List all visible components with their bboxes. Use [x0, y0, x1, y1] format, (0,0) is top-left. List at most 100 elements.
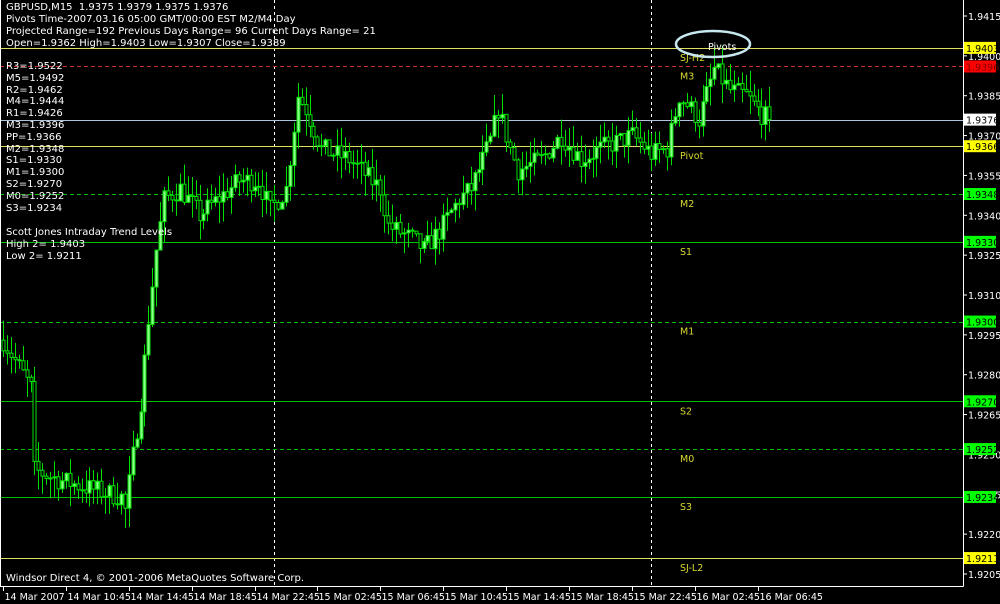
y-tick-label: 1.9325 — [968, 251, 1000, 262]
candle-body — [551, 147, 556, 159]
candle-body — [390, 222, 395, 230]
candle-body — [80, 489, 85, 492]
candle-body — [602, 136, 607, 143]
trend-low: Low 2= 1.9211 — [6, 251, 82, 262]
copyright: Windsor Direct 4, © 2001-2006 MetaQuotes… — [6, 573, 305, 584]
candle-body — [598, 141, 603, 148]
candle-body — [25, 369, 30, 378]
candle-body — [347, 151, 352, 164]
pivot-value: R2=1.9462 — [6, 84, 63, 96]
candle-body — [296, 96, 301, 133]
trend-high: High 2= 1.9403 — [6, 239, 86, 250]
candle-body — [547, 153, 552, 159]
candle-body — [559, 136, 564, 147]
candle-body — [716, 63, 721, 68]
candle-body — [119, 493, 124, 506]
level-price-label: 1.9211 — [966, 554, 999, 565]
candle-body — [17, 359, 22, 362]
candle-body — [9, 352, 14, 358]
candle-body — [492, 114, 497, 137]
candle-body — [583, 162, 588, 167]
chart-window[interactable]: SJ-H2 M3 Pivot M2 S1 M1 S2 M0 S3 SJ-L2 Pivots 1.941… — [0, 0, 1000, 604]
level-label: S2 — [680, 406, 692, 417]
level-label: M2 — [680, 199, 694, 210]
candle-body — [759, 106, 764, 125]
candle-body — [174, 199, 179, 202]
candle-body — [767, 106, 772, 121]
candle-body — [264, 190, 269, 201]
candle-body — [484, 141, 489, 153]
x-tick-label: 15 Mar 14:45 — [508, 592, 571, 603]
price-chart[interactable]: SJ-H2M3PivotM2S1M1S2M0S3SJ-L2Pivots1.941… — [0, 0, 1000, 604]
candle-body — [622, 133, 627, 146]
candle-body — [111, 485, 116, 505]
candle-body — [634, 127, 639, 139]
y-tick-label: 1.9340 — [968, 211, 1000, 222]
candle-body — [449, 209, 454, 214]
candle-body — [728, 79, 733, 91]
candle-body — [21, 360, 26, 371]
candle-body — [182, 183, 187, 203]
candle-body — [40, 469, 45, 477]
candle-body — [535, 152, 540, 156]
pivot-value: S3=1.9234 — [6, 202, 63, 214]
candle-body — [268, 190, 273, 201]
y-tick-label: 1.9355 — [968, 171, 1000, 182]
candle-body — [528, 161, 533, 167]
candle-body — [610, 140, 615, 152]
pivot-value: M3=1.9396 — [6, 119, 65, 131]
pivot-value: R1=1.9426 — [6, 108, 63, 120]
candle-body — [319, 145, 324, 148]
candle-body — [217, 196, 222, 203]
candle-body — [685, 102, 690, 108]
candle-body — [150, 286, 155, 325]
candle-body — [512, 147, 517, 161]
candle-body — [398, 221, 403, 235]
candle-body — [107, 485, 112, 497]
candle-body — [44, 475, 49, 479]
candle-body — [95, 480, 100, 490]
candle-body — [139, 411, 144, 440]
candle-body — [99, 480, 104, 498]
level-price-label: 1.9252 — [966, 445, 999, 456]
candle-body — [563, 145, 568, 151]
y-tick-label: 1.9295 — [968, 331, 1000, 342]
x-tick-label: 15 Mar 10:45 — [445, 592, 508, 603]
candle-body — [626, 130, 631, 146]
candle-body — [359, 161, 364, 164]
candle-body — [488, 135, 493, 143]
candle-body — [752, 95, 757, 102]
candle-body — [649, 145, 654, 160]
candle-body — [241, 179, 246, 183]
candle-body — [87, 480, 92, 494]
x-tick-label: 15 Mar 06:45 — [382, 592, 445, 603]
pivot-values-list: R3=1.9522 M5=1.9492 R2=1.9462 M4=1.9444 R1=1… — [6, 61, 64, 214]
candle-body — [315, 136, 320, 147]
candle-body — [5, 350, 10, 354]
candle-body — [186, 194, 191, 203]
candle-body — [653, 143, 658, 160]
candle-body — [1, 339, 6, 352]
candle-body — [429, 235, 434, 250]
candle-body — [142, 354, 147, 413]
candle-body — [594, 146, 599, 159]
candle-body — [221, 191, 226, 203]
candle-body — [194, 196, 199, 201]
ohlc-values: Open=1.9362 High=1.9403 Low=1.9307 Close… — [6, 38, 286, 49]
candle-body — [327, 139, 332, 157]
candle-body — [48, 477, 53, 480]
candle-body — [693, 101, 698, 123]
candle-body — [213, 196, 218, 203]
level-price-label: 1.9403 — [966, 44, 999, 55]
candle-body — [473, 172, 478, 192]
pivots-time: Pivots Time-2007.03.16 05:00 GMT/00:00 E… — [6, 14, 296, 25]
candle-body — [539, 154, 544, 157]
candle-body — [740, 82, 745, 90]
candle-body — [374, 179, 379, 186]
candle-body — [441, 214, 446, 240]
candle-body — [638, 137, 643, 143]
candle-body — [571, 146, 576, 161]
candle-body — [516, 159, 521, 181]
candle-body — [555, 136, 560, 149]
trend-levels-title: Scott Jones Intraday Trend Levels — [6, 227, 173, 238]
